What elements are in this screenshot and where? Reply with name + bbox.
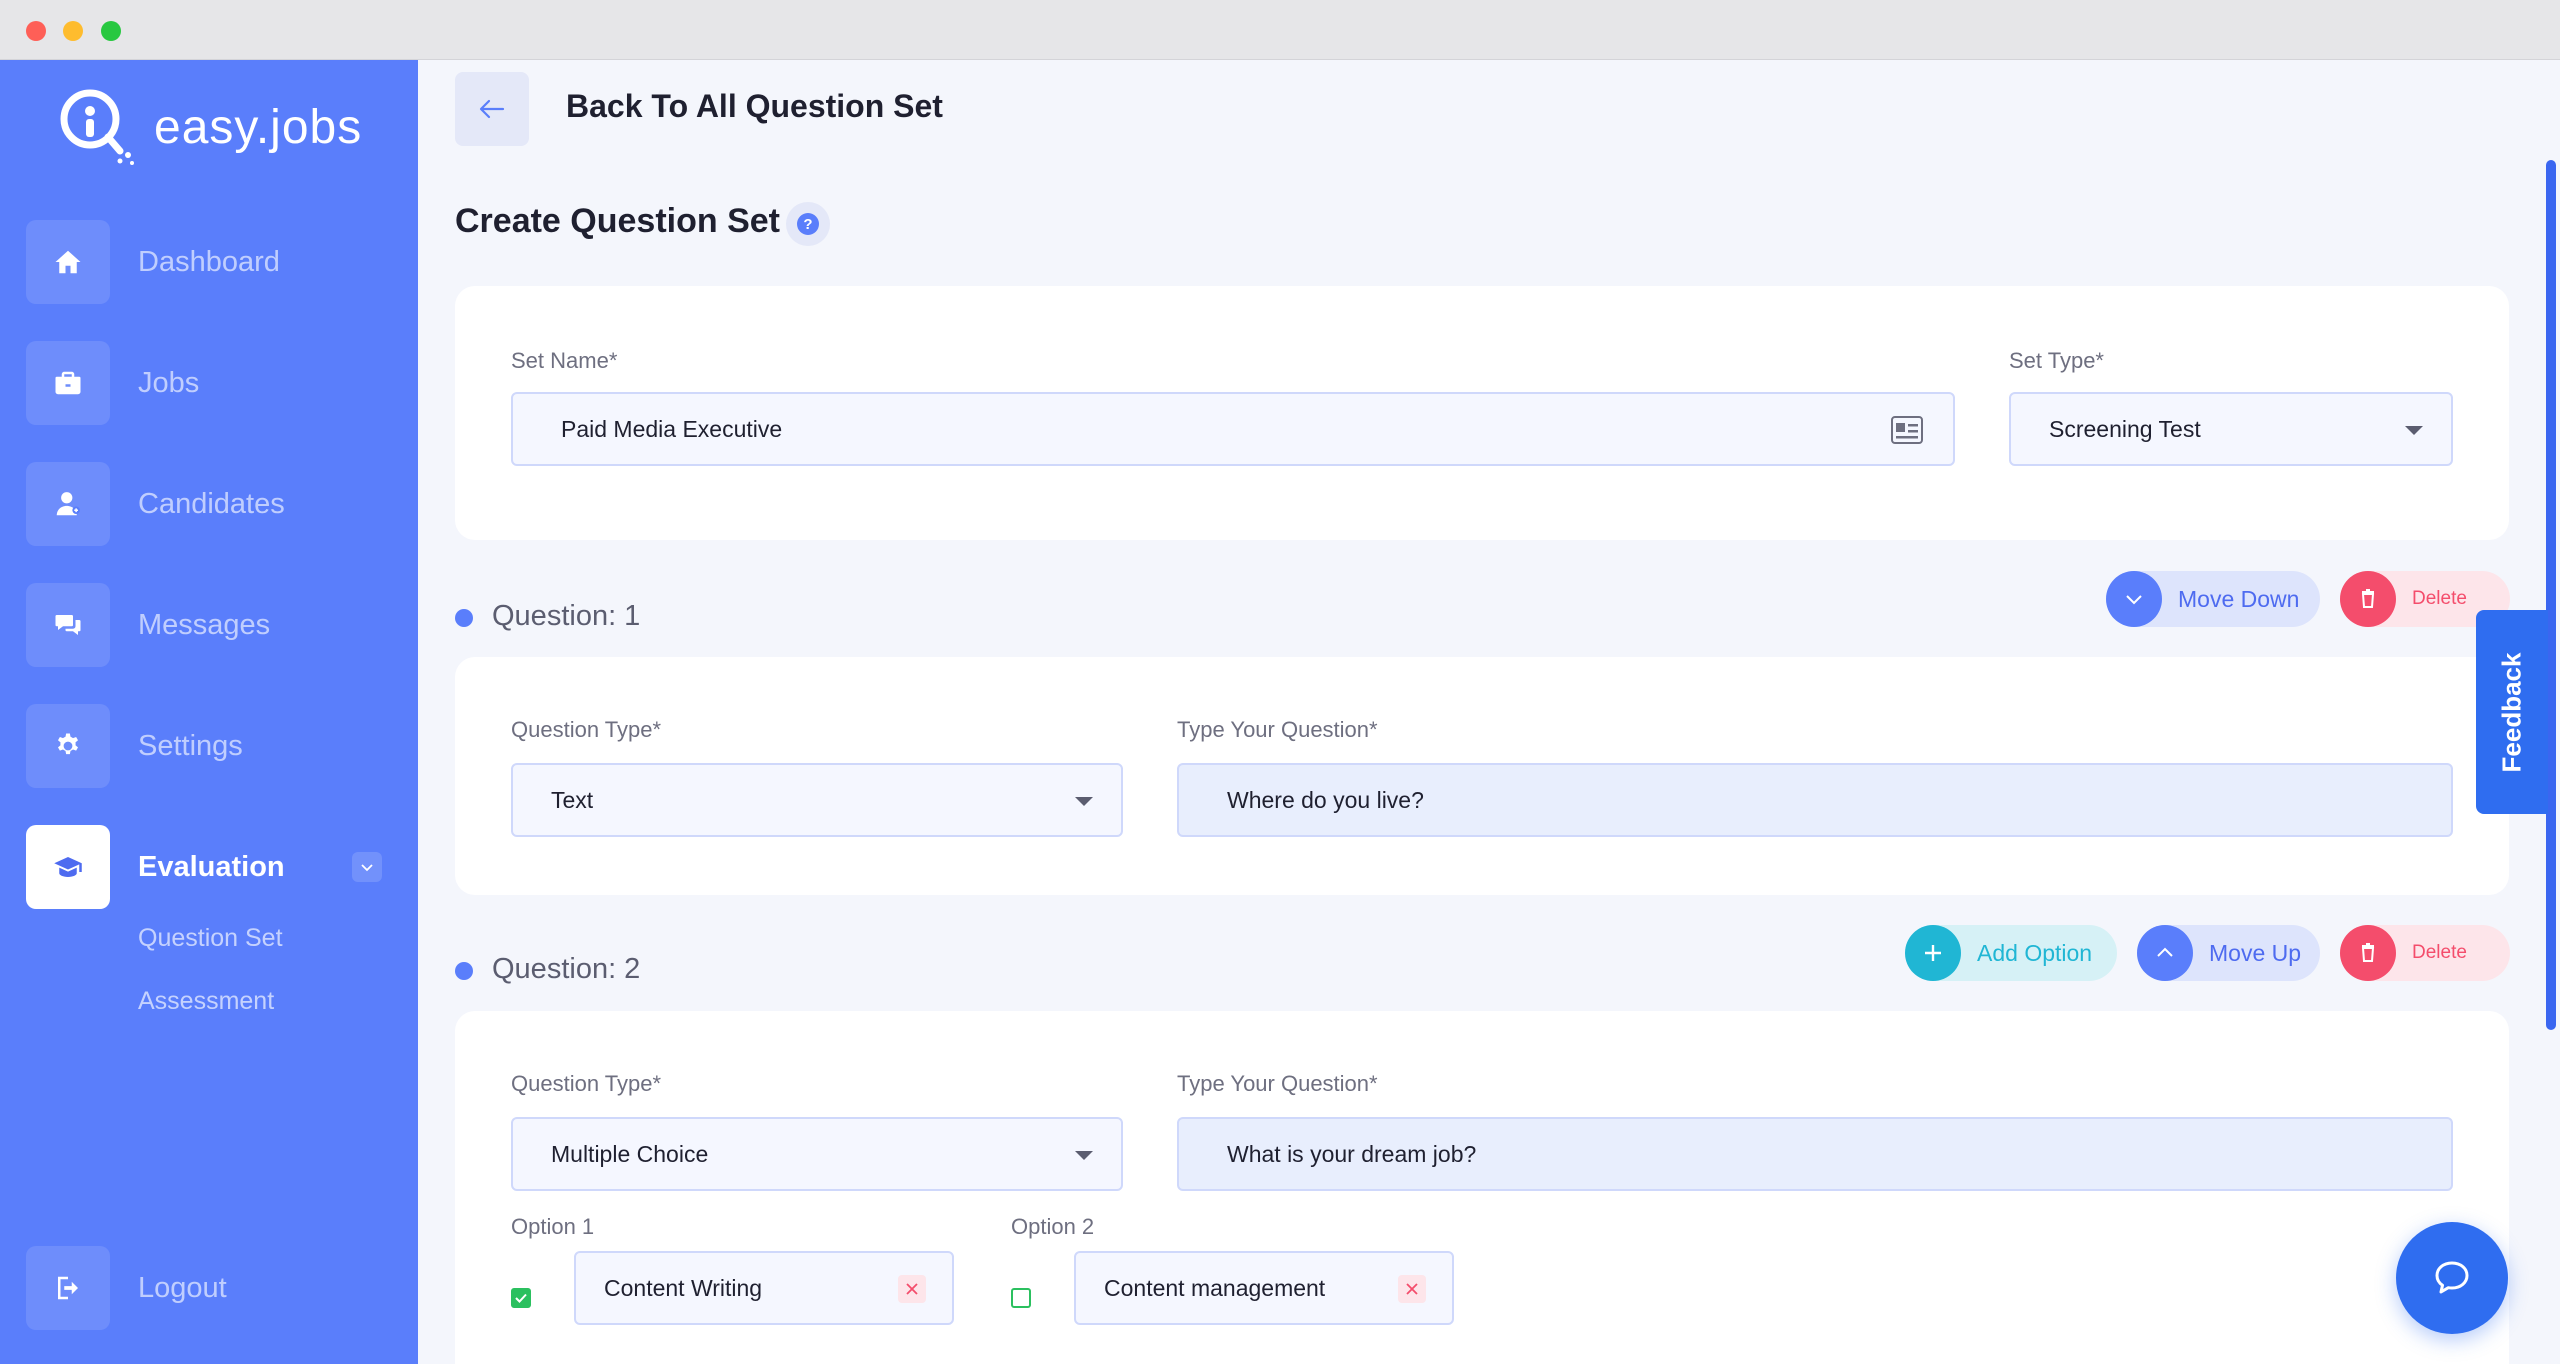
option-2-value: Content management	[1104, 1274, 1326, 1301]
sidebar-item-dashboard[interactable]: Dashboard	[26, 220, 396, 304]
delete-label: Delete	[2412, 588, 2467, 609]
briefcase-icon	[26, 341, 110, 425]
sidebar-subitem-assessment[interactable]: Assessment	[138, 987, 274, 1016]
main-content: Back To All Question Set Create Question…	[418, 60, 2560, 1364]
move-up-label: Move Up	[2209, 939, 2302, 966]
set-type-label: Set Type*	[2009, 348, 2104, 373]
remove-option-2-button[interactable]	[1398, 1275, 1426, 1303]
question-bullet-icon	[455, 962, 473, 980]
sidebar-item-label: Settings	[138, 729, 243, 762]
set-name-input[interactable]: Paid Media Executive	[511, 392, 1955, 466]
chat-icon	[26, 583, 110, 667]
set-type-select[interactable]: Screening Test	[2009, 392, 2453, 466]
move-down-label: Move Down	[2178, 585, 2300, 612]
close-window-button[interactable]	[26, 21, 46, 41]
chevron-down-icon	[2106, 571, 2162, 627]
question-2-title: Question: 2	[492, 953, 641, 985]
sidebar-item-jobs[interactable]: Jobs	[26, 341, 396, 425]
question-1-title: Question: 1	[492, 600, 641, 632]
plus-icon	[1905, 925, 1961, 981]
question-2-type-select[interactable]: Multiple Choice	[511, 1117, 1123, 1191]
caret-down-icon	[1075, 797, 1093, 806]
sidebar-item-evaluation[interactable]: Evaluation	[26, 825, 396, 909]
trash-icon	[2340, 925, 2396, 981]
feedback-label: Feedback	[2496, 652, 2527, 772]
sidebar-item-label: Messages	[138, 608, 271, 641]
check-icon	[515, 1293, 527, 1303]
set-type-value: Screening Test	[2049, 415, 2201, 442]
remove-option-1-button[interactable]	[898, 1275, 926, 1303]
sidebar-item-logout[interactable]: Logout	[26, 1246, 396, 1330]
sidebar-item-messages[interactable]: Messages	[26, 583, 396, 667]
question-2-text-input[interactable]: What is your dream job?	[1177, 1117, 2453, 1191]
question-type-label: Question Type*	[511, 1071, 662, 1096]
question-1-card: Question Type* Text Type Your Question* …	[455, 657, 2509, 895]
question-text-value: What is your dream job?	[1227, 1140, 1477, 1167]
set-name-value: Paid Media Executive	[561, 415, 783, 442]
sidebar-item-settings[interactable]: Settings	[26, 704, 396, 788]
graduation-cap-icon	[26, 825, 110, 909]
question-text-label: Type Your Question*	[1177, 1071, 1378, 1096]
close-icon	[906, 1283, 918, 1295]
logout-icon	[26, 1246, 110, 1330]
trash-icon	[2340, 571, 2396, 627]
option-2-input[interactable]: Content management	[1074, 1251, 1454, 1325]
option-1-checkbox[interactable]	[511, 1288, 531, 1308]
question-text-label: Type Your Question*	[1177, 717, 1378, 742]
sidebar-subitem-question-set[interactable]: Question Set	[138, 924, 283, 953]
chat-support-button[interactable]	[2396, 1222, 2508, 1334]
option-1-input[interactable]: Content Writing	[574, 1251, 954, 1325]
option-2-checkbox[interactable]	[1011, 1288, 1031, 1308]
sidebar-item-label: Evaluation	[138, 850, 285, 883]
add-option-label: Add Option	[1977, 939, 2093, 966]
caret-down-icon	[2405, 426, 2423, 435]
feedback-tab[interactable]: Feedback	[2476, 610, 2548, 814]
caret-down-icon	[1075, 1151, 1093, 1160]
question-2-card: Question Type* Multiple Choice Type Your…	[455, 1011, 2509, 1364]
question-1-text-input[interactable]: Where do you live?	[1177, 763, 2453, 837]
back-button[interactable]	[455, 72, 529, 146]
page-scrollbar[interactable]	[2546, 160, 2556, 1030]
brand-name: easy.jobs	[154, 100, 363, 154]
user-icon	[26, 462, 110, 546]
sidebar-item-label: Jobs	[138, 366, 200, 399]
question-text-value: Where do you live?	[1227, 786, 1424, 813]
option-1-value: Content Writing	[604, 1274, 763, 1301]
option-1-label: Option 1	[511, 1214, 595, 1239]
window-titlebar	[0, 0, 2560, 60]
sidebar: easy.jobs Dashboard Jobs Candidates Mess…	[0, 60, 418, 1364]
delete-question-2-button[interactable]: Delete	[2340, 925, 2510, 981]
question-type-value: Text	[551, 786, 594, 813]
move-up-button[interactable]: Move Up	[2137, 925, 2320, 981]
page-title: Create Question Set	[455, 202, 780, 240]
sidebar-item-label: Candidates	[138, 487, 285, 520]
sidebar-item-candidates[interactable]: Candidates	[26, 462, 396, 546]
sidebar-item-label: Dashboard	[138, 245, 280, 278]
chat-bubble-icon	[2435, 1261, 2469, 1294]
add-option-button[interactable]: Add Option	[1905, 925, 2117, 981]
back-link-text[interactable]: Back To All Question Set	[566, 88, 943, 125]
gear-icon	[26, 704, 110, 788]
minimize-window-button[interactable]	[63, 21, 83, 41]
option-2-label: Option 2	[1011, 1214, 1095, 1239]
question-type-label: Question Type*	[511, 717, 662, 742]
question-1-type-select[interactable]: Text	[511, 763, 1123, 837]
easyjobs-logo-icon	[60, 89, 134, 165]
chevron-up-icon	[2137, 925, 2193, 981]
set-info-card: Set Name* Paid Media Executive Set Type*…	[455, 286, 2509, 540]
sidebar-item-label: Logout	[138, 1271, 227, 1304]
arrow-left-icon	[479, 99, 505, 119]
help-icon[interactable]: ?	[786, 202, 830, 246]
home-icon	[26, 220, 110, 304]
move-down-button[interactable]: Move Down	[2106, 571, 2320, 627]
chevron-down-icon[interactable]	[352, 852, 382, 882]
question-bullet-icon	[455, 609, 473, 627]
contact-card-icon	[1891, 416, 1923, 444]
close-icon	[1406, 1283, 1418, 1295]
delete-label: Delete	[2412, 942, 2467, 963]
zoom-window-button[interactable]	[101, 21, 121, 41]
set-name-label: Set Name*	[511, 348, 618, 373]
question-type-value: Multiple Choice	[551, 1140, 709, 1167]
brand-logo[interactable]: easy.jobs	[50, 82, 362, 172]
